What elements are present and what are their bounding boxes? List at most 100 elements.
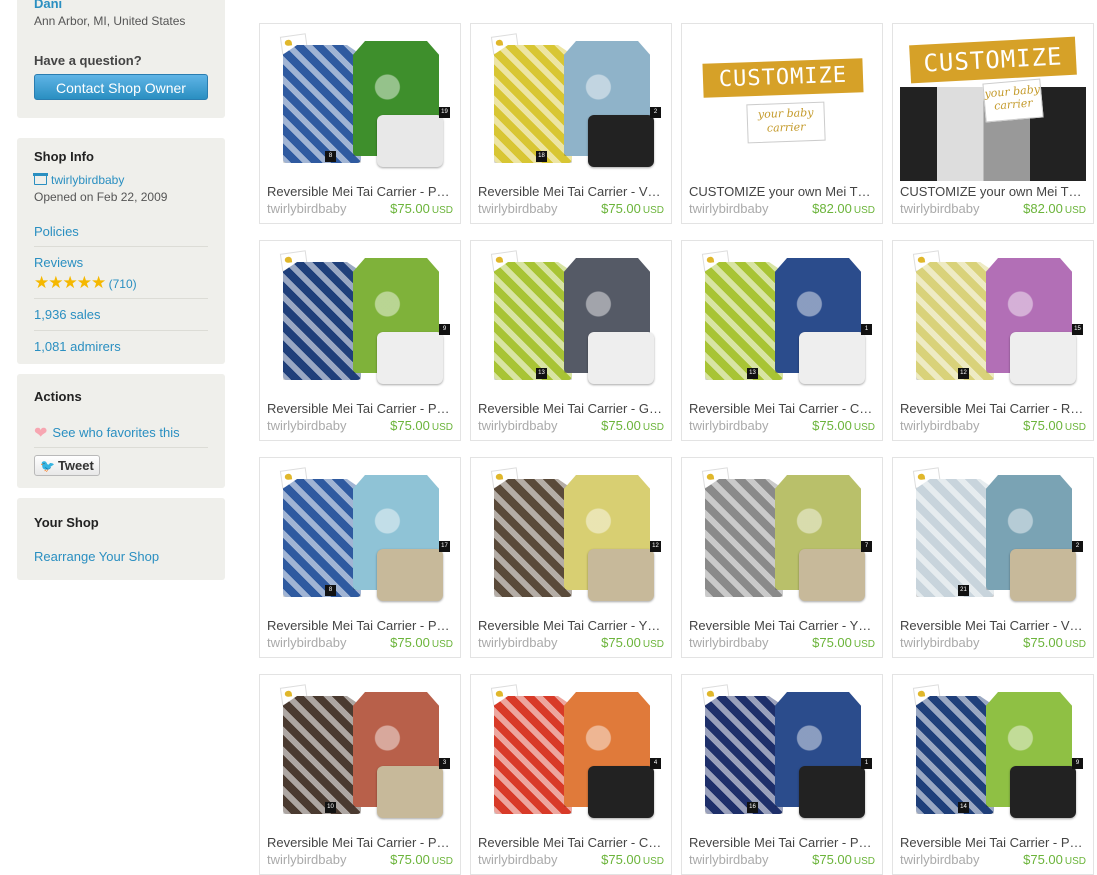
listing-card[interactable]: 7 Reversible Mei Tai Carrier - Y… twirlybi…	[681, 457, 883, 658]
see-favorites-link[interactable]: ❤ See who favorites this	[34, 423, 180, 443]
listing-shop-name[interactable]: twirlybirdbaby	[689, 852, 768, 867]
hood-swatch	[588, 766, 654, 818]
listing-title[interactable]: Reversible Mei Tai Carrier - P…	[900, 835, 1088, 850]
listing-thumbnail[interactable]: 4	[478, 682, 664, 832]
listing-card[interactable]: 12 Reversible Mei Tai Carrier - Y… twirlyb…	[470, 457, 672, 658]
shop-name-label: twirlybirdbaby	[51, 173, 125, 187]
hood-swatch	[1010, 332, 1076, 384]
listing-title[interactable]: Reversible Mei Tai Carrier - G…	[478, 401, 666, 416]
listing-card[interactable]: 14 9 Reversible Mei Tai Carrier - P… twirly…	[892, 674, 1094, 875]
swatch-number-badge: 8	[325, 151, 336, 162]
listing-shop-name[interactable]: twirlybirdbaby	[900, 201, 979, 216]
price-currency: USD	[431, 422, 453, 433]
swatch-number-badge: 3	[439, 758, 450, 769]
hood-swatch	[377, 115, 443, 167]
listing-card[interactable]: 10 3 Reversible Mei Tai Carrier - P… twirly…	[259, 674, 461, 875]
shop-name-link[interactable]: twirlybirdbaby	[33, 173, 125, 187]
listing-title[interactable]: Reversible Mei Tai Carrier - V…	[478, 184, 666, 199]
listing-title[interactable]: CUSTOMIZE your own Mei T…	[900, 184, 1088, 199]
listing-card[interactable]: 4 Reversible Mei Tai Carrier - C… twirlybi…	[470, 674, 672, 875]
listing-title[interactable]: Reversible Mei Tai Carrier - C…	[689, 401, 877, 416]
price-value: $75.00	[1023, 418, 1063, 433]
swatch-number-badge: 21	[958, 585, 969, 596]
listing-title[interactable]: Reversible Mei Tai Carrier - R…	[900, 401, 1088, 416]
price-currency: USD	[1064, 422, 1086, 433]
listing-title[interactable]: Reversible Mei Tai Carrier - P…	[267, 401, 455, 416]
listing-thumbnail[interactable]: CUSTOMIZE your baby carrier	[689, 31, 875, 181]
listing-title[interactable]: Reversible Mei Tai Carrier - Y…	[689, 618, 877, 633]
swatch-number-badge: 9	[1072, 758, 1083, 769]
policies-link[interactable]: Policies	[34, 224, 208, 239]
listing-card[interactable]: 8 17 Reversible Mei Tai Carrier - P… twirly…	[259, 457, 461, 658]
listing-thumbnail[interactable]: 18 2	[478, 31, 664, 181]
listing-shop-name[interactable]: twirlybirdbaby	[900, 635, 979, 650]
listing-card[interactable]: 13 1 Reversible Mei Tai Carrier - C… twirly…	[681, 240, 883, 441]
listing-thumbnail[interactable]: 8 19	[267, 31, 453, 181]
contact-shop-owner-button[interactable]: Contact Shop Owner	[34, 74, 208, 100]
swatch-number-badge: 2	[1072, 541, 1083, 552]
listing-card[interactable]: 18 2 Reversible Mei Tai Carrier - V… twirly…	[470, 23, 672, 224]
listing-title[interactable]: Reversible Mei Tai Carrier - C…	[478, 835, 666, 850]
listing-card[interactable]: 12 15 Reversible Mei Tai Carrier - R… twirl…	[892, 240, 1094, 441]
listing-shop-name[interactable]: twirlybirdbaby	[689, 201, 768, 216]
admirers-link[interactable]: 1,081 admirers	[34, 339, 208, 354]
listing-thumbnail[interactable]: 7	[689, 465, 875, 615]
listing-title[interactable]: Reversible Mei Tai Carrier - V…	[900, 618, 1088, 633]
listing-thumbnail[interactable]: 13 1	[689, 248, 875, 398]
listing-thumbnail[interactable]: 12 15	[900, 248, 1086, 398]
listing-thumbnail[interactable]: 9	[267, 248, 453, 398]
listing-shop-name[interactable]: twirlybirdbaby	[267, 852, 346, 867]
sales-link[interactable]: 1,936 sales	[34, 307, 208, 322]
listing-shop-name[interactable]: twirlybirdbaby	[900, 852, 979, 867]
reviews-link[interactable]: Reviews	[34, 255, 208, 270]
listing-shop-name[interactable]: twirlybirdbaby	[267, 635, 346, 650]
listing-card[interactable]: 16 1 Reversible Mei Tai Carrier - P… twirly…	[681, 674, 883, 875]
listing-thumbnail[interactable]: 10 3	[267, 682, 453, 832]
listing-shop-name[interactable]: twirlybirdbaby	[478, 201, 557, 216]
listing-title[interactable]: Reversible Mei Tai Carrier - P…	[267, 184, 455, 199]
listing-shop-name[interactable]: twirlybirdbaby	[478, 418, 557, 433]
tweet-button[interactable]: 🐦 Tweet	[34, 455, 100, 476]
hood-swatch	[799, 766, 865, 818]
listing-shop-name[interactable]: twirlybirdbaby	[689, 418, 768, 433]
listing-shop-name[interactable]: twirlybirdbaby	[267, 418, 346, 433]
price-value: $82.00	[812, 201, 852, 216]
listing-thumbnail[interactable]: 21 2	[900, 465, 1086, 615]
listing-price: $75.00 USD	[601, 418, 664, 433]
listing-card[interactable]: 13 Reversible Mei Tai Carrier - G… twirlyb…	[470, 240, 672, 441]
listing-thumbnail[interactable]: 14 9	[900, 682, 1086, 832]
listing-title[interactable]: CUSTOMIZE your own Mei T…	[689, 184, 877, 199]
listing-card[interactable]: 8 19 Reversible Mei Tai Carrier - P… twirly…	[259, 23, 461, 224]
listing-title[interactable]: Reversible Mei Tai Carrier - P…	[267, 835, 455, 850]
listing-thumbnail[interactable]: 8 17	[267, 465, 453, 615]
price-value: $75.00	[601, 635, 641, 650]
listing-thumbnail[interactable]: 13	[478, 248, 664, 398]
question-heading: Have a question?	[34, 53, 142, 68]
hood-swatch	[1010, 549, 1076, 601]
customize-banner: CUSTOMIZE	[702, 58, 864, 98]
rearrange-shop-link[interactable]: Rearrange Your Shop	[34, 549, 159, 564]
listing-price: $75.00 USD	[812, 418, 875, 433]
rating-stars[interactable]: ★★★★★ (710)	[34, 273, 137, 293]
fabric-swatch-front	[705, 479, 783, 597]
owner-name-link[interactable]: Dani	[34, 0, 62, 11]
listing-shop-name[interactable]: twirlybirdbaby	[689, 635, 768, 650]
swatch-number-badge: 1	[861, 324, 872, 335]
listing-card[interactable]: 21 2 Reversible Mei Tai Carrier - V… twirly…	[892, 457, 1094, 658]
actions-title: Actions	[34, 389, 82, 404]
price-value: $75.00	[1023, 852, 1063, 867]
listing-thumbnail[interactable]: 16 1	[689, 682, 875, 832]
listing-shop-name[interactable]: twirlybirdbaby	[478, 635, 557, 650]
listing-shop-name[interactable]: twirlybirdbaby	[478, 852, 557, 867]
listing-title[interactable]: Reversible Mei Tai Carrier - Y…	[478, 618, 666, 633]
listing-price: $75.00 USD	[390, 418, 453, 433]
listing-card[interactable]: CUSTOMIZE your baby carrier CUSTOMIZE your…	[892, 23, 1094, 224]
listing-title[interactable]: Reversible Mei Tai Carrier - P…	[267, 618, 455, 633]
listing-card[interactable]: 9 Reversible Mei Tai Carrier - P… twirlybi…	[259, 240, 461, 441]
listing-card[interactable]: CUSTOMIZE your baby carrier CUSTOMIZE your…	[681, 23, 883, 224]
listing-title[interactable]: Reversible Mei Tai Carrier - P…	[689, 835, 877, 850]
listing-thumbnail[interactable]: CUSTOMIZE your baby carrier	[900, 31, 1086, 181]
listing-thumbnail[interactable]: 12	[478, 465, 664, 615]
listing-shop-name[interactable]: twirlybirdbaby	[900, 418, 979, 433]
listing-shop-name[interactable]: twirlybirdbaby	[267, 201, 346, 216]
